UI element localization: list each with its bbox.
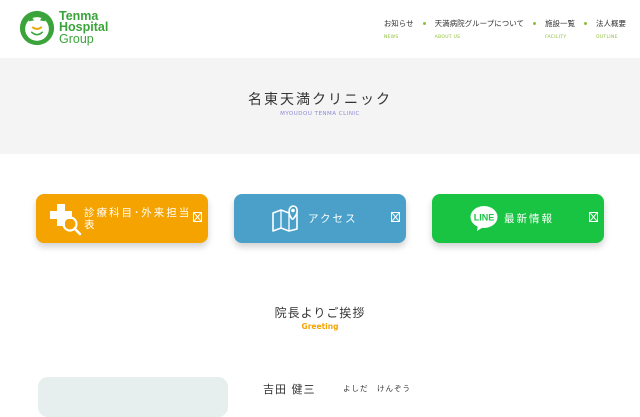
button-label: アクセス	[308, 213, 358, 225]
tenma-logo-icon	[19, 10, 55, 46]
external-link-icon	[193, 212, 202, 222]
nav-sublabel: NEWS	[383, 35, 399, 40]
logo-line-3: Group	[59, 31, 94, 46]
director-name-kana: よしだ けんぞう	[343, 384, 411, 393]
page-hero: 名東天満クリニック MYOUDOU TENMA CLINIC	[0, 58, 640, 154]
logo-wordmark: Tenma Hospital Group	[59, 10, 108, 46]
latest-info-button[interactable]: LINE 最新情報	[432, 194, 604, 243]
nav-separator-dot	[584, 22, 587, 25]
nav-separator-dot	[422, 22, 426, 25]
button-label: 診療科目･外来担当表	[84, 207, 192, 231]
page-subtitle: MYOUDOU TENMA CLINIC	[280, 111, 360, 117]
nav-sublabel: OUTLINE	[596, 35, 618, 40]
button-label: 最新情報	[504, 213, 554, 225]
access-button[interactable]: アクセス	[234, 194, 406, 243]
greeting-subtitle: Greeting	[301, 322, 339, 331]
director-photo	[38, 377, 228, 417]
external-link-icon	[391, 212, 400, 222]
nav-sublabel: FACILITY	[545, 35, 567, 40]
nav-item-news[interactable]: お知らせ NEWS	[384, 18, 414, 40]
site-header: Tenma Hospital Group お知らせ NEWS 天満病院グループに…	[0, 0, 640, 58]
line-icon-text: LINE	[474, 213, 495, 223]
line-app-icon: LINE	[470, 206, 498, 231]
nav-item-facility[interactable]: 施設一覧 FACILITY	[545, 18, 575, 40]
medical-cross-search-icon	[50, 204, 82, 236]
nav-item-outline[interactable]: 法人概要 OUTLINE	[596, 18, 626, 40]
nav-label: 法人概要	[596, 19, 626, 28]
greeting-title: 院長よりご挨拶	[274, 306, 366, 320]
department-schedule-button[interactable]: 診療科目･外来担当表	[36, 194, 208, 243]
logo[interactable]: Tenma Hospital Group	[18, 9, 108, 47]
nav-sublabel: ABOUT US	[434, 35, 461, 40]
nav-item-about[interactable]: 天満病院グループについて ABOUT US	[435, 18, 524, 40]
map-pin-icon	[272, 205, 298, 232]
page-title: 名東天満クリニック	[248, 92, 392, 108]
nav-separator-dot	[533, 22, 536, 25]
global-nav: お知らせ NEWS 天満病院グループについて ABOUT US 施設一覧 FAC…	[375, 18, 626, 40]
nav-label: 天満病院グループについて	[434, 19, 524, 28]
nav-label: お知らせ	[383, 19, 414, 28]
director-name: 吉田 健三	[263, 383, 316, 396]
nav-label: 施設一覧	[545, 19, 575, 28]
external-link-icon	[589, 212, 598, 222]
